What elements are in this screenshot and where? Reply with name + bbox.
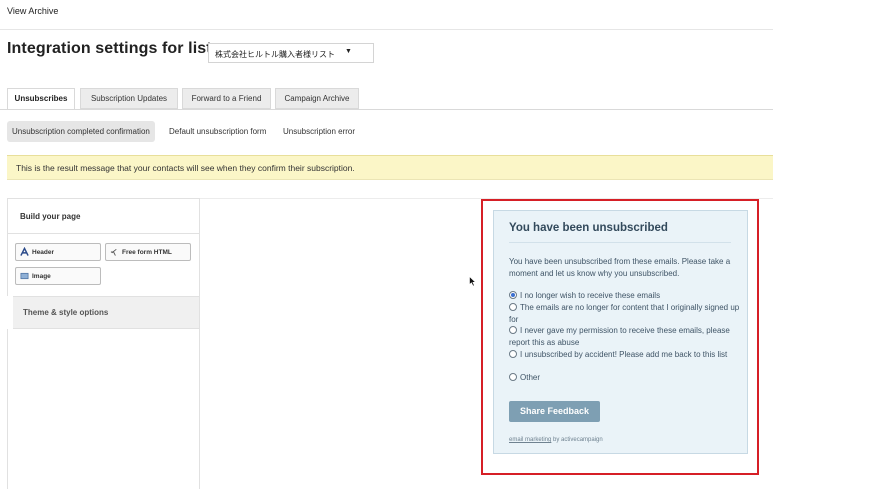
theme-style-options[interactable]: Theme & style options (13, 296, 199, 329)
preview-intro: You have been unsubscribed from these em… (509, 257, 731, 278)
reason-label: I unsubscribed by accident! Please add m… (520, 350, 728, 359)
credit-text: by activecampaign (551, 437, 603, 443)
build-your-page-heading[interactable]: Build your page (7, 198, 199, 234)
tab-forward-to-a-friend[interactable]: Forward to a Friend (182, 88, 271, 109)
preview-title: You have been unsubscribed (509, 222, 668, 234)
reason-label: I never gave my permission to receive th… (509, 326, 730, 347)
tab-subscription-updates[interactable]: Subscription Updates (80, 88, 178, 109)
code-icon (110, 248, 117, 256)
free-form-html-block-button[interactable]: Free form HTML (105, 243, 191, 261)
subtab-unsubscription-error[interactable]: Unsubscription error (283, 121, 355, 142)
list-select[interactable]: 株式会社ヒルトル購入者様リスト ▼ (208, 43, 374, 63)
subtab-default-unsubscription-form[interactable]: Default unsubscription form (169, 121, 266, 142)
share-feedback-button[interactable]: Share Feedback (509, 401, 600, 422)
mouse-cursor-icon (469, 276, 477, 287)
radio-button[interactable] (509, 373, 517, 381)
image-block-button[interactable]: Image (15, 267, 101, 285)
reason-option[interactable]: I never gave my permission to receive th… (509, 325, 741, 349)
reason-option[interactable]: I no longer wish to receive these emails (509, 290, 741, 302)
header-block-button[interactable]: Header (15, 243, 101, 261)
footer-credit: email marketing by activecampaign (509, 437, 603, 443)
divider (0, 29, 773, 30)
block-palette: Header Free form HTML Image (7, 234, 199, 296)
reason-option[interactable]: Other (509, 372, 741, 384)
reason-label: The emails are no longer for content tha… (509, 303, 740, 324)
unsubscribe-preview-card: You have been unsubscribed You have been… (493, 210, 748, 454)
header-icon (20, 247, 29, 256)
reason-label: Other (520, 373, 541, 382)
email-marketing-link[interactable]: email marketing (509, 437, 551, 443)
caret-down-icon: ▼ (345, 48, 352, 55)
reason-label: I no longer wish to receive these emails (520, 291, 661, 300)
block-label: Header (32, 249, 55, 256)
tab-unsubscribes[interactable]: Unsubscribes (7, 88, 75, 110)
radio-button[interactable] (509, 326, 517, 334)
list-select-value: 株式会社ヒルトル購入者様リスト (215, 50, 335, 59)
subtab-unsubscription-completed[interactable]: Unsubscription completed confirmation (7, 121, 155, 142)
reason-option[interactable]: I unsubscribed by accident! Please add m… (509, 349, 741, 361)
info-notice: This is the result message that your con… (7, 155, 773, 180)
reason-option[interactable]: The emails are no longer for content tha… (509, 302, 741, 326)
radio-button[interactable] (509, 303, 517, 311)
block-label: Free form HTML (122, 249, 172, 256)
divider (509, 242, 731, 243)
divider (7, 329, 8, 489)
block-label: Image (32, 273, 51, 280)
image-icon (20, 272, 29, 280)
builder-panel: Build your page Header Free form HTML Im… (7, 198, 200, 489)
view-archive-link[interactable]: View Archive (7, 6, 58, 16)
page-title: Integration settings for list (7, 40, 212, 57)
divider (0, 109, 773, 110)
radio-button[interactable] (509, 350, 517, 358)
radio-button[interactable] (509, 291, 517, 299)
tab-campaign-archive[interactable]: Campaign Archive (275, 88, 359, 109)
